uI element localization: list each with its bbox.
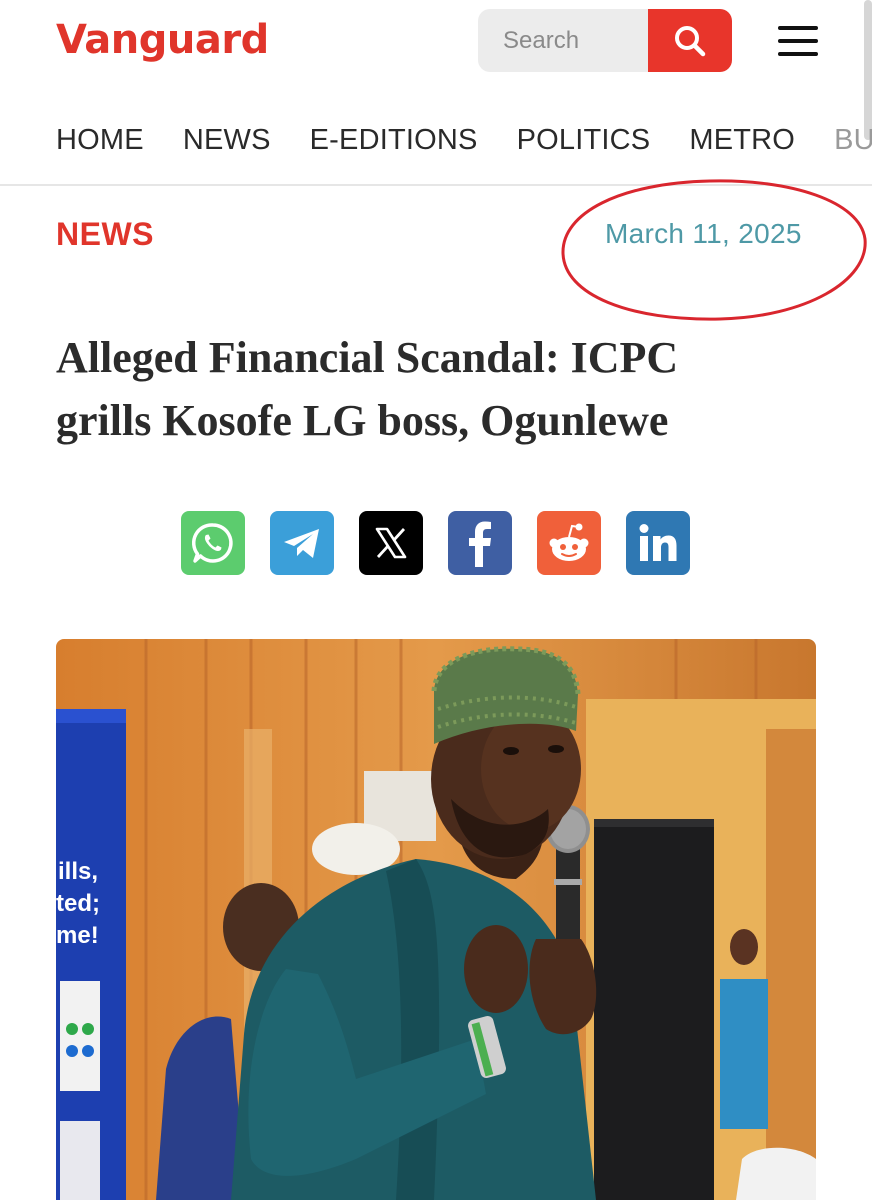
article-category[interactable]: NEWS (56, 216, 154, 253)
nav-item-home[interactable]: HOME (56, 118, 144, 162)
share-linkedin-button[interactable] (626, 511, 690, 575)
article-photo[interactable]: ills, ted; me! (56, 639, 816, 1200)
nav-item-metro[interactable]: METRO (689, 118, 795, 162)
nav-item-politics[interactable]: POLITICS (517, 118, 651, 162)
nav-item-e-editions[interactable]: E-EDITIONS (310, 118, 478, 162)
hamburger-icon-bar (778, 26, 818, 30)
main-nav: HOME NEWS E-EDITIONS POLITICS METRO BU (56, 118, 872, 162)
article-headline: Alleged Financial Scandal: ICPC grills K… (56, 326, 836, 452)
share-telegram-button[interactable] (270, 511, 334, 575)
reddit-icon (549, 523, 589, 561)
poster-text-3: me! (56, 922, 99, 949)
search-icon (675, 25, 706, 56)
share-facebook-button[interactable] (448, 511, 512, 575)
article-date: March 11, 2025 (605, 218, 802, 249)
search-box (478, 9, 648, 72)
share-reddit-button[interactable] (537, 511, 601, 575)
share-bar (181, 511, 690, 575)
headline-line-2: grills Kosofe LG boss, Ogunlewe (56, 396, 669, 445)
nav-item-business[interactable]: BU (834, 118, 872, 162)
facebook-icon (469, 521, 491, 567)
page: Vanguard HOME NEWS E-EDITIONS POLITICS METRO… (0, 0, 872, 1200)
article-photo-illustration: ills, ted; me! (56, 639, 816, 1200)
logo-wordmark: Vanguard (56, 17, 269, 63)
hamburger-icon-bar (778, 39, 818, 43)
whatsapp-icon (192, 523, 233, 563)
poster-text-1: ills, (58, 858, 98, 885)
search-button[interactable] (648, 9, 732, 72)
hamburger-icon-bar (778, 52, 818, 56)
annotation-circle (561, 179, 867, 321)
vanguard-logo[interactable]: Vanguard (56, 12, 269, 68)
share-x-button[interactable] (359, 511, 423, 575)
nav-divider (0, 184, 872, 186)
nav-item-news[interactable]: NEWS (183, 118, 271, 162)
share-whatsapp-button[interactable] (181, 511, 245, 575)
search-input[interactable] (503, 26, 638, 55)
x-icon (375, 527, 407, 559)
headline-line-1: Alleged Financial Scandal: ICPC (56, 333, 679, 382)
linkedin-icon (639, 524, 677, 561)
poster-text-2: ted; (56, 890, 100, 917)
telegram-icon (284, 529, 319, 558)
menu-button[interactable] (778, 26, 818, 56)
